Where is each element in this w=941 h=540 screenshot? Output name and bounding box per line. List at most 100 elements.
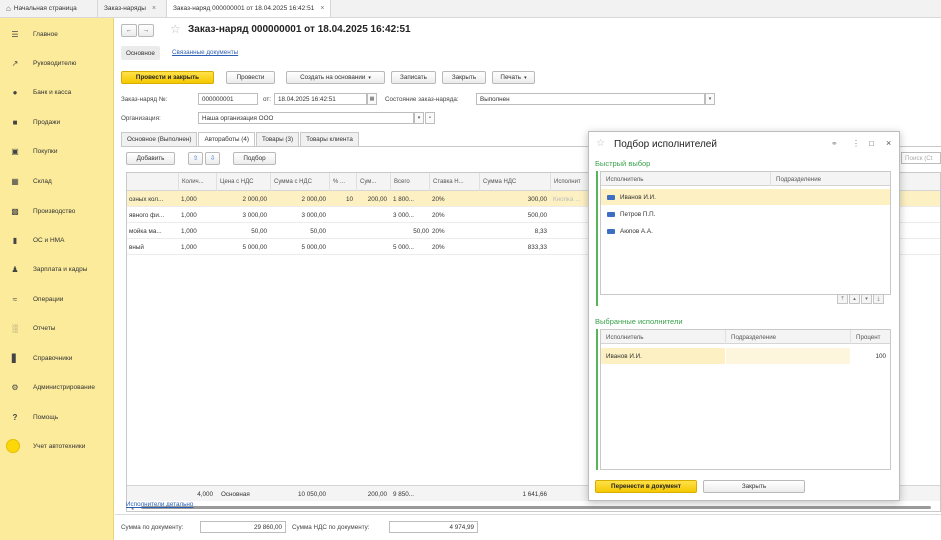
- tab-goods[interactable]: Товары (3): [256, 132, 300, 146]
- sidebar-item-reports[interactable]: ░ Отчеты: [0, 318, 114, 338]
- column-header[interactable]: Сум...: [356, 173, 390, 191]
- executor-percent[interactable]: 100: [851, 348, 886, 364]
- dropdown-arrow-icon: ▾: [368, 74, 371, 81]
- sidebar-item-operations[interactable]: ≈ Операции: [0, 289, 114, 309]
- scroll-down-icon[interactable]: ▾: [861, 294, 872, 304]
- sidebar-item-main[interactable]: ☰ Главное: [0, 24, 114, 44]
- arrow-up-icon: ⇧: [192, 155, 199, 162]
- close-icon[interactable]: ×: [152, 5, 156, 12]
- column-header[interactable]: % ...: [329, 173, 356, 191]
- list-item[interactable]: Петров П.П.: [601, 206, 890, 222]
- back-button[interactable]: ←: [121, 24, 137, 37]
- column-header[interactable]: Всего: [390, 173, 429, 191]
- sidebar-item-label: Зарплата и кадры: [33, 265, 88, 273]
- dialog-close-button[interactable]: Закрыть: [703, 480, 805, 493]
- chevron-down-icon[interactable]: ▾: [705, 93, 715, 105]
- close-icon[interactable]: ×: [886, 138, 891, 148]
- calendar-icon[interactable]: ▦: [367, 93, 377, 105]
- column-header[interactable]: Сумма НДС: [479, 173, 550, 191]
- scroll-bottom-icon[interactable]: ⤓: [873, 294, 884, 304]
- sidebar-item-purchases[interactable]: ▣ Покупки: [0, 141, 114, 161]
- search-input[interactable]: Поиск (Ct: [901, 152, 941, 164]
- scrollbar-thumb[interactable]: [141, 506, 931, 509]
- warehouse-icon: ▦: [11, 176, 19, 186]
- column-header[interactable]: Подразделение: [726, 330, 851, 344]
- sidebar-item-bank[interactable]: ● Банк и касса: [0, 82, 114, 102]
- menu-icon: ☰: [11, 29, 19, 39]
- move-down-button[interactable]: ⇩: [205, 152, 220, 165]
- move-up-button[interactable]: ⇧: [188, 152, 203, 165]
- sidebar-item-auto[interactable]: Учет автотехники: [0, 436, 114, 456]
- column-header[interactable]: Исполнитель: [601, 330, 726, 344]
- sidebar-item-sales[interactable]: ■ Продажи: [0, 112, 114, 132]
- close-icon[interactable]: ×: [320, 5, 324, 12]
- organization-field[interactable]: Наша организация ООО: [198, 112, 414, 124]
- sidebar-item-help[interactable]: ? Помощь: [0, 407, 114, 427]
- close-button[interactable]: Закрыть: [442, 71, 486, 84]
- sidebar-item-label: Администрирование: [33, 383, 95, 391]
- tab-client-goods[interactable]: Товары клиента: [300, 132, 359, 146]
- print-button[interactable]: Печать ▾: [492, 71, 535, 84]
- tab-main-done[interactable]: Основное (Выполнен): [121, 132, 198, 146]
- column-header[interactable]: Колич...: [178, 173, 216, 191]
- scroll-top-icon[interactable]: ⤒: [837, 294, 848, 304]
- record-button[interactable]: Записать: [391, 71, 436, 84]
- subtab-main[interactable]: Основное: [121, 46, 160, 60]
- sidebar-item-label: Операции: [33, 295, 64, 303]
- tab-auto-works[interactable]: Автоработы (4): [198, 132, 255, 146]
- column-header[interactable]: Исполнит: [550, 173, 590, 191]
- post-and-close-button[interactable]: Провести и закрыть: [121, 71, 214, 84]
- bag-icon: ■: [12, 117, 18, 127]
- selected-executors-title: Выбранные исполнители: [595, 317, 683, 326]
- bank-icon: ●: [12, 87, 18, 97]
- date-field[interactable]: 18.04.2025 16:42:51: [274, 93, 367, 105]
- question-icon: ?: [12, 412, 18, 422]
- pick-button[interactable]: Подбор: [233, 152, 276, 165]
- star-icon[interactable]: ☆: [170, 22, 181, 36]
- list-item[interactable]: Иванов И.И.: [601, 189, 890, 205]
- column-header[interactable]: Сумма с НДС: [270, 173, 329, 191]
- list-item[interactable]: Аюпов А.А.: [601, 223, 890, 239]
- cell-vat-rate: 20%: [432, 227, 445, 235]
- number-field[interactable]: 000000001: [198, 93, 258, 105]
- cell-executor[interactable]: Кнопка ...: [553, 191, 590, 207]
- more-icon[interactable]: ⋮: [852, 139, 860, 148]
- cell-vat-rate: 20%: [432, 243, 445, 251]
- tab-order-doc[interactable]: Заказ-наряд 000000001 от 18.04.2025 16:4…: [167, 0, 332, 17]
- sidebar-item-production[interactable]: ▩ Производство: [0, 201, 114, 221]
- tab-home[interactable]: ⌂ Начальная страница: [0, 0, 98, 17]
- scroll-up-icon[interactable]: ▴: [849, 294, 860, 304]
- sidebar-item-warehouse[interactable]: ▦ Склад: [0, 171, 114, 191]
- add-row-button[interactable]: Добавить: [126, 152, 175, 165]
- column-header[interactable]: [127, 173, 178, 191]
- cell-total: 5 000...: [393, 243, 415, 251]
- create-based-button[interactable]: Создать на основании ▾: [286, 71, 385, 84]
- sidebar-item-manager[interactable]: ↗ Руководителю: [0, 53, 114, 73]
- doc-sum-label: Сумма по документу:: [121, 524, 184, 531]
- star-icon[interactable]: ☆: [596, 138, 605, 149]
- state-field[interactable]: Выполнен: [476, 93, 705, 105]
- subtab-related[interactable]: Связанные документы: [172, 49, 238, 56]
- column-header[interactable]: Ставка Н...: [429, 173, 479, 191]
- open-link-icon[interactable]: ⚬: [425, 112, 435, 124]
- forward-button[interactable]: →: [138, 24, 154, 37]
- transfer-to-document-button[interactable]: Перенести в документ: [595, 480, 697, 493]
- sidebar-item-assets[interactable]: ▮ ОС и НМА: [0, 230, 114, 250]
- column-header[interactable]: Подразделение: [771, 172, 890, 186]
- column-header[interactable]: Процент: [851, 330, 890, 344]
- link-icon[interactable]: ⚭: [831, 139, 838, 148]
- tab-orders[interactable]: Заказ-наряды ×: [98, 0, 167, 17]
- horizontal-scrollbar[interactable]: ◂: [131, 504, 939, 511]
- sidebar-item-directories[interactable]: ▋ Справочники: [0, 348, 114, 368]
- chevron-down-icon[interactable]: ▾: [414, 112, 424, 124]
- cell-qty: 1,000: [181, 243, 197, 251]
- post-button[interactable]: Провести: [226, 71, 275, 84]
- executor-department: [726, 348, 850, 364]
- table-row[interactable]: Иванов И.И. 100: [601, 348, 890, 364]
- sidebar-item-admin[interactable]: ⚙ Администрирование: [0, 377, 114, 397]
- maximize-icon[interactable]: □: [869, 139, 874, 148]
- column-header[interactable]: Цена с НДС: [216, 173, 270, 191]
- column-header[interactable]: Исполнитель: [601, 172, 771, 186]
- executors-detail-link[interactable]: Исполнители детально: [126, 501, 193, 508]
- sidebar-item-salary[interactable]: ♟ Зарплата и кадры: [0, 259, 114, 279]
